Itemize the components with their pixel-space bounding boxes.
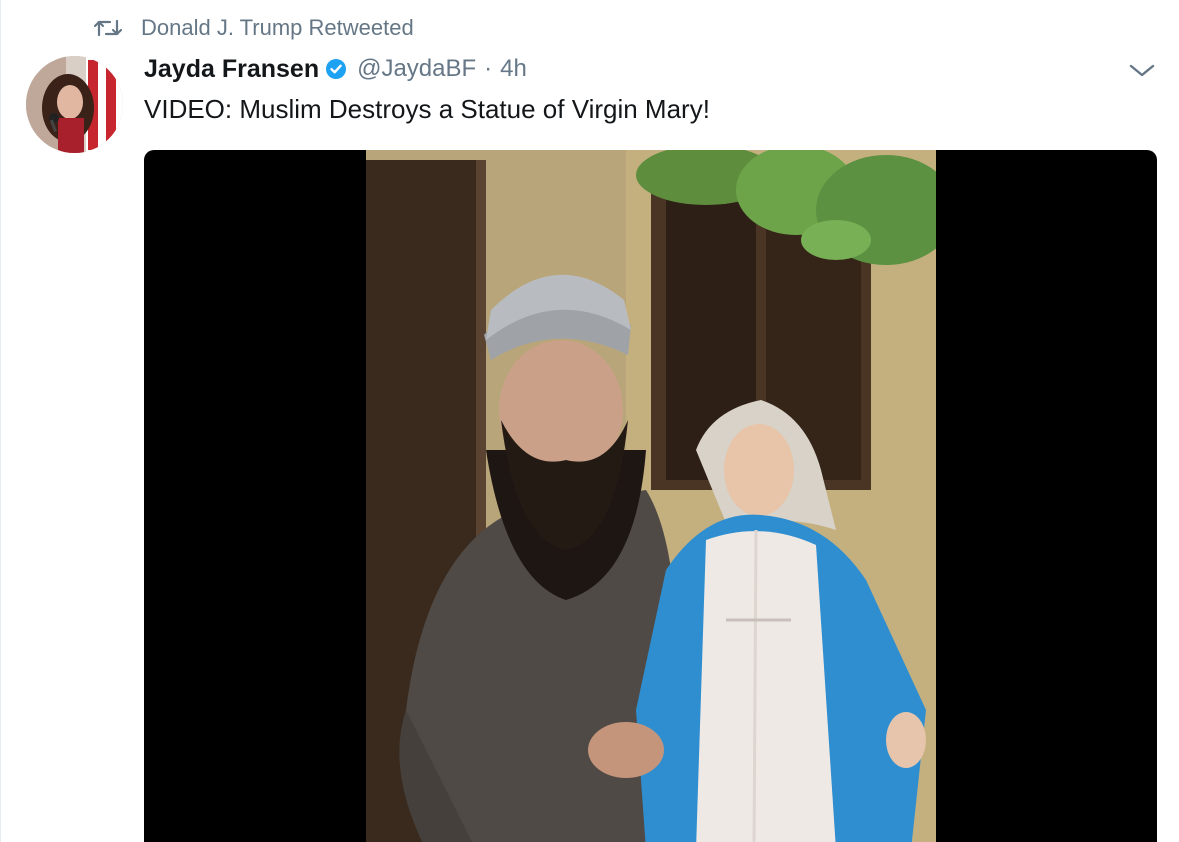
retweeter-link[interactable]: Donald J. Trump Retweeted [141, 15, 414, 41]
tweet-card[interactable]: Donald J. Trump Retweeted Jayda Fransen … [0, 0, 1179, 842]
retweet-icon [93, 16, 123, 40]
chevron-down-icon[interactable] [1127, 58, 1157, 82]
tweet-timestamp[interactable]: 4h [500, 55, 527, 83]
author-handle[interactable]: @JaydaBF [357, 55, 476, 83]
video-player[interactable] [144, 150, 1157, 842]
tweet-header: Jayda Fransen @JaydaBF · 4h [144, 52, 527, 86]
separator-dot: · [484, 55, 493, 82]
author-name[interactable]: Jayda Fransen [144, 55, 319, 84]
tweet-text: VIDEO: Muslim Destroys a Statue of Virgi… [144, 94, 710, 124]
verified-badge-icon [325, 58, 347, 80]
video-thumbnail [366, 150, 936, 842]
avatar[interactable] [26, 56, 123, 153]
retweet-context: Donald J. Trump Retweeted [93, 14, 414, 42]
